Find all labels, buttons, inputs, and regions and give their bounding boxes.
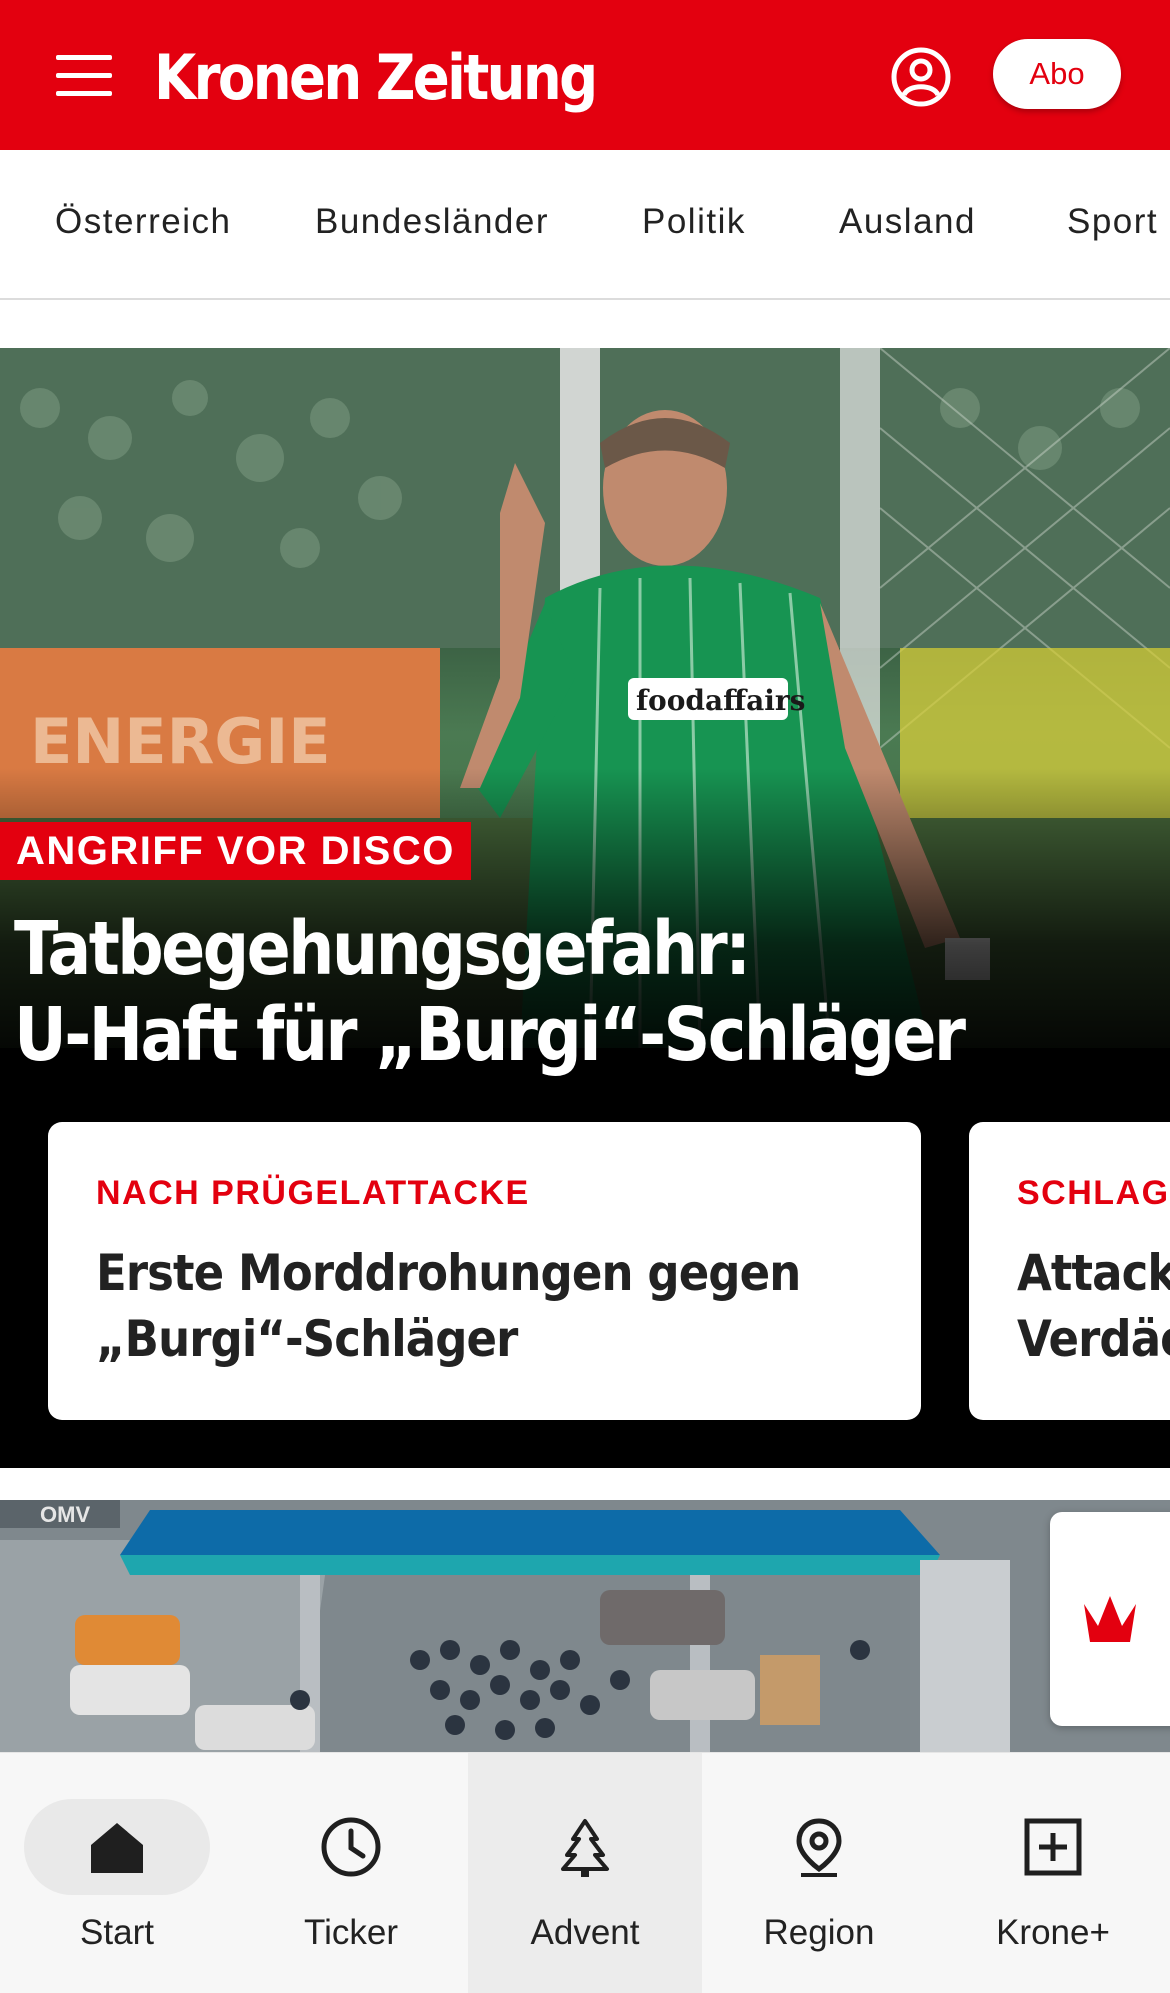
hero-headline-line-2: U-Haft für „Burgi“-Schläger — [14, 992, 966, 1078]
svg-text:OMV: OMV — [40, 1502, 90, 1527]
hero-kicker: ANGRIFF VOR DISCO — [0, 822, 471, 880]
hero-article[interactable]: ENERGIE foodaffairs ANGRIFF VOR DISCO Ta… — [0, 348, 1170, 1468]
related-article-kicker: SCHLAG — [1017, 1174, 1170, 1212]
bottom-nav-region[interactable]: Region — [702, 1753, 936, 1993]
site-logo[interactable]: Kronen Zeitung — [154, 38, 598, 118]
related-article-card[interactable]: SCHLAG Attack Verdäc — [969, 1122, 1170, 1420]
abo-button[interactable]: Abo — [993, 39, 1121, 109]
bottom-nav-start[interactable]: Start — [0, 1753, 234, 1993]
bottom-nav-advent[interactable]: Advent — [468, 1753, 702, 1993]
location-pin-icon — [796, 1818, 842, 1877]
hamburger-menu-icon[interactable] — [56, 55, 112, 97]
related-article-title-line-1: Attack — [1017, 1244, 1170, 1302]
nav-item-politik[interactable]: Politik — [642, 202, 746, 242]
bottom-nav-ticker[interactable]: Ticker — [234, 1753, 468, 1993]
christmas-tree-icon — [561, 1819, 609, 1877]
plus-square-icon — [1024, 1818, 1082, 1876]
svg-text:foodaffairs: foodaffairs — [636, 684, 805, 717]
krone-plus-floating-button[interactable] — [1050, 1512, 1170, 1726]
home-icon — [91, 1823, 143, 1873]
bottom-nav-label: Krone+ — [996, 1913, 1110, 1952]
clock-icon — [321, 1817, 381, 1877]
nav-item-ausland[interactable]: Ausland — [839, 202, 976, 242]
nav-item-oesterreich[interactable]: Österreich — [55, 202, 231, 242]
hero-headline[interactable]: Tatbegehungsgefahr: U-Haft für „Burgi“-S… — [14, 906, 1149, 1078]
related-article-title-line-2: Verdäc — [1017, 1310, 1170, 1368]
bottom-nav-label: Region — [763, 1913, 875, 1952]
article-photo[interactable]: OMV — [0, 1500, 1170, 1752]
related-article-title: Erste Morddrohungen gegen „Burgi“-Schläg… — [96, 1240, 906, 1372]
bottom-nav-label: Start — [80, 1913, 154, 1952]
bottom-nav-label: Ticker — [304, 1913, 398, 1952]
bottom-nav-label: Advent — [530, 1913, 640, 1952]
related-article-card[interactable]: NACH PRÜGELATTACKE Erste Morddrohungen g… — [48, 1122, 921, 1420]
krone-crown-icon — [1084, 1596, 1136, 1642]
user-account-icon[interactable] — [890, 46, 952, 108]
app-header: Kronen Zeitung Abo — [0, 0, 1170, 150]
related-article-title-line-1: Erste Morddrohungen gegen — [96, 1244, 801, 1302]
category-nav: Österreich Bundesländer Politik Ausland … — [0, 150, 1170, 300]
related-article-title: Attack Verdäc — [1017, 1240, 1170, 1372]
nav-item-bundeslaender[interactable]: Bundesländer — [315, 202, 549, 242]
bottom-navigation: Start Ticker Advent Region Krone+ — [0, 1752, 1170, 1993]
bottom-nav-krone-plus[interactable]: Krone+ — [936, 1753, 1170, 1993]
hero-headline-line-1: Tatbegehungsgefahr: — [14, 906, 751, 992]
nav-item-sport[interactable]: Sport — [1067, 202, 1158, 242]
related-article-title-line-2: „Burgi“-Schläger — [96, 1310, 518, 1368]
related-article-kicker: NACH PRÜGELATTACKE — [96, 1174, 530, 1212]
